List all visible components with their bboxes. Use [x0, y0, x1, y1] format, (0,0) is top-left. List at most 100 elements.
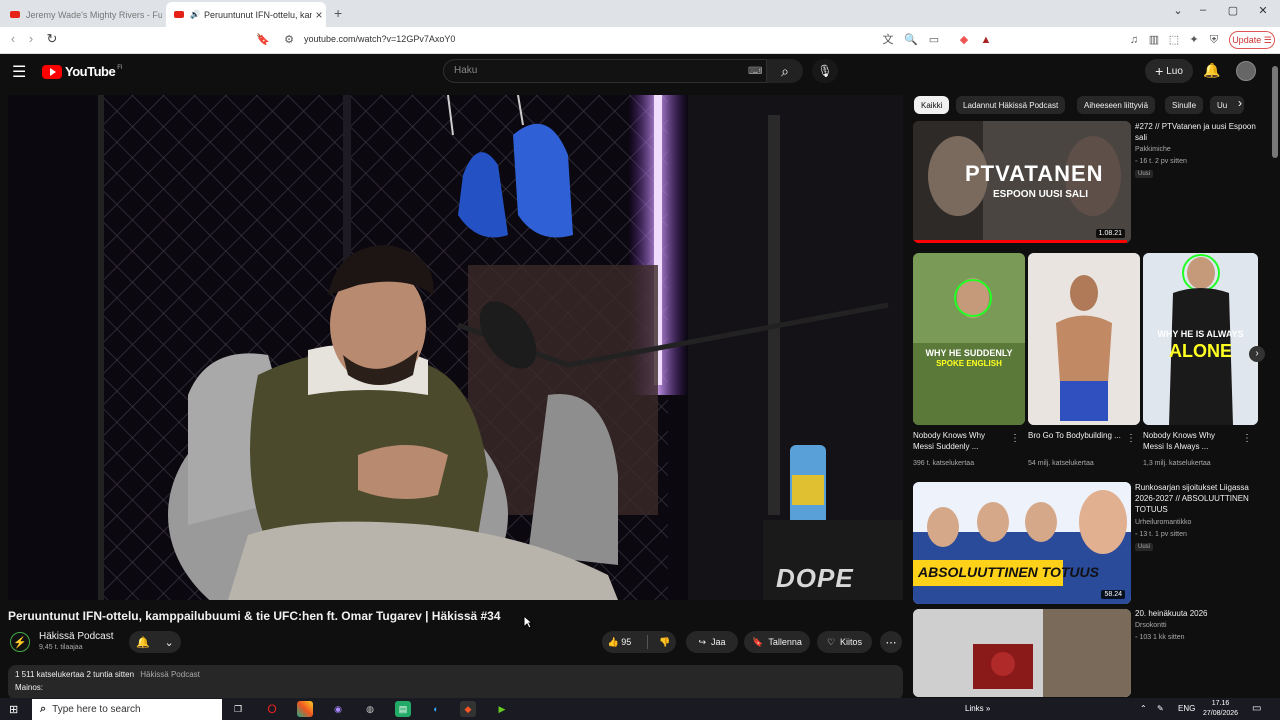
chevron-right-icon[interactable]: ›	[1238, 96, 1242, 110]
chat-app-icon[interactable]: ◉	[330, 701, 346, 717]
short-thumbnail[interactable]: WHY HE IS ALWAYS ALONE	[1143, 253, 1258, 425]
description-channel-link[interactable]: Häkissä Podcast	[140, 670, 200, 679]
recommendation-title[interactable]: Runkosarjan sijoitukset Liigassa 2026-20…	[1135, 482, 1265, 515]
video-thumbnail[interactable]: PTVATANEN ESPOON UUSI SALI 1.08.21	[913, 121, 1131, 243]
zoom-icon[interactable]: 🔍	[903, 32, 919, 48]
tab-title: Peruuntunut IFN-ottelu, kamp	[203, 9, 312, 20]
forward-icon[interactable]: ›	[22, 31, 40, 46]
minimize-icon[interactable]: –	[1193, 4, 1213, 16]
scrollbar-thumb[interactable]	[1272, 66, 1278, 158]
translate-icon[interactable]: 文	[880, 32, 896, 48]
chip-for-you[interactable]: Sinulle	[1165, 96, 1204, 114]
browser-tab-active[interactable]: 🔊 Peruuntunut IFN-ottelu, kamp ×	[166, 2, 326, 27]
recommendation-channel[interactable]: Drsokontti	[1135, 621, 1167, 631]
back-icon[interactable]: ‹	[4, 31, 22, 46]
spreadsheet-app-icon[interactable]: ▤	[395, 701, 411, 717]
cast-icon[interactable]: ▭	[926, 32, 942, 48]
task-view-icon[interactable]: ❐	[230, 701, 246, 717]
notifications-bell-icon[interactable]: 🔔	[1203, 62, 1220, 79]
thumbnail-title-text: PTVATANEN	[965, 161, 1104, 186]
close-tab-icon[interactable]: ×	[312, 8, 326, 22]
search-input[interactable]	[443, 59, 767, 83]
chip-related[interactable]: Aiheeseen liittyviä	[1077, 96, 1156, 114]
media-icon[interactable]: ♫	[1126, 32, 1142, 48]
video-thumbnail[interactable]: ABSOLUUTTINEN TOTUUS 58.24	[913, 482, 1131, 604]
language-indicator[interactable]: ENG	[1178, 704, 1195, 713]
more-actions-button[interactable]: ⋯	[880, 631, 902, 653]
short-title[interactable]: Bro Go To Bodybuilding ...	[1028, 430, 1123, 441]
thanks-label: Kiitos	[840, 637, 863, 647]
url-field[interactable]: youtube.com/watch?v=12GPv7AxoY0	[304, 34, 455, 44]
create-button[interactable]: + Luo	[1145, 59, 1193, 83]
video-player[interactable]: DOPE DRINK	[8, 95, 903, 600]
share-button[interactable]: ↪ Jaa	[686, 631, 738, 653]
reload-icon[interactable]: ↻	[43, 31, 61, 47]
save-button[interactable]: 🔖 Tallenna	[744, 631, 810, 653]
bookmark-icon[interactable]: 🔖	[255, 32, 271, 48]
media-player-icon[interactable]: ▶	[494, 701, 510, 717]
more-vertical-icon[interactable]: ⋮	[1010, 433, 1020, 444]
sidebar-icon[interactable]: ▥	[1146, 32, 1162, 48]
clock[interactable]: 17.16 27/08/2026	[1203, 699, 1238, 719]
notification-center-icon[interactable]: ▭	[1252, 703, 1261, 714]
dislike-button[interactable]: 👎	[659, 637, 670, 648]
brave-icon[interactable]: ◆	[460, 701, 476, 717]
taskbar-search-placeholder: Type here to search	[52, 704, 141, 715]
meta-text: 16 t. 2 pv sitten	[1139, 158, 1187, 165]
youtube-logo[interactable]: YouTube FI	[42, 64, 123, 79]
video-thumbnail[interactable]	[913, 609, 1131, 697]
browser-tab[interactable]: Jeremy Wade's Mighty Rivers - Full E	[2, 2, 162, 27]
short-title[interactable]: Nobody Knows Why Messi Suddenly ...	[913, 430, 1008, 452]
recommendation-title[interactable]: #272 // PTVatanen ja uusi Espoon sali	[1135, 121, 1265, 143]
account-avatar[interactable]	[1236, 61, 1256, 81]
recommendation-channel[interactable]: Urheiluromantikko	[1135, 518, 1191, 528]
short-thumbnail[interactable]	[1028, 253, 1140, 425]
channel-avatar[interactable]: ⚡	[10, 632, 30, 652]
maximize-icon[interactable]: ▢	[1223, 4, 1243, 17]
more-vertical-icon[interactable]: ⋮	[1126, 433, 1136, 444]
logo-text: YouTube	[65, 64, 116, 79]
voice-search-button[interactable]: 🎙	[812, 59, 838, 83]
hamburger-menu-icon[interactable]: ☰	[12, 62, 26, 82]
taskbar-search-input[interactable]: ⌕ Type here to search	[32, 699, 222, 720]
thumbs-up-icon: 👍	[607, 636, 619, 647]
recommendation-title[interactable]: 20. heinäkuuta 2026	[1135, 608, 1265, 619]
wallet-icon[interactable]: ✦	[1186, 32, 1202, 48]
links-toolbar[interactable]: Links »	[965, 704, 990, 713]
brave-rewards-icon[interactable]: ▲	[978, 32, 994, 48]
update-button[interactable]: Update ☰	[1229, 31, 1275, 49]
brave-shield-icon[interactable]: ◆	[956, 32, 972, 48]
extensions-icon[interactable]: ⬚	[1166, 32, 1182, 48]
like-button[interactable]: 👍 95	[608, 637, 632, 648]
thanks-button[interactable]: ♡ Kiitos	[817, 631, 872, 653]
keyboard-icon[interactable]: ⌨	[748, 66, 762, 77]
edge-icon[interactable]: ◐	[428, 701, 444, 717]
short-title[interactable]: Nobody Knows Why Messi Is Always ...	[1143, 430, 1238, 452]
subscribed-button[interactable]: 🔔 ⌄	[129, 631, 181, 653]
youtube-play-icon	[42, 64, 62, 79]
photos-app-icon[interactable]	[297, 701, 313, 717]
recommendation-meta: ◦ 13 t. 1 pv sitten	[1135, 530, 1187, 540]
tab-title: Jeremy Wade's Mighty Rivers - Full E	[26, 9, 162, 20]
video-overlay-text: DOPE DRINK	[776, 563, 862, 600]
chip-all[interactable]: Kaikki	[914, 96, 950, 114]
recommendation-channel[interactable]: Pakkimiche	[1135, 145, 1171, 155]
chip-uploaded-by[interactable]: Ladannut Häkissä Podcast	[956, 96, 1066, 114]
share-label: Jaa	[711, 637, 726, 647]
short-thumbnail[interactable]: WHY HE SUDDENLY SPOKE ENGLISH	[913, 253, 1025, 425]
new-tab-icon[interactable]: +	[334, 5, 342, 21]
more-vertical-icon[interactable]: ⋮	[1242, 433, 1252, 444]
app-icon[interactable]: ◍	[362, 701, 378, 717]
vpn-icon[interactable]: ⛨	[1206, 32, 1222, 48]
close-window-icon[interactable]: ✕	[1253, 4, 1273, 17]
tab-search-chevron-icon[interactable]: ⌄	[1168, 4, 1188, 17]
shorts-next-icon[interactable]: ›	[1249, 346, 1265, 362]
subscriber-count: 9,45 t. tilaajaa	[39, 644, 83, 651]
tray-chevron-icon[interactable]: ⌃	[1140, 704, 1147, 713]
pen-icon[interactable]: ✎	[1157, 704, 1164, 713]
search-button[interactable]: ⌕	[767, 59, 803, 83]
windows-start-icon[interactable]: ⊞	[9, 703, 18, 716]
opera-icon[interactable]: O	[264, 701, 280, 717]
site-info-icon[interactable]: ⚙	[281, 32, 297, 48]
channel-name[interactable]: Häkissä Podcast	[39, 631, 113, 642]
